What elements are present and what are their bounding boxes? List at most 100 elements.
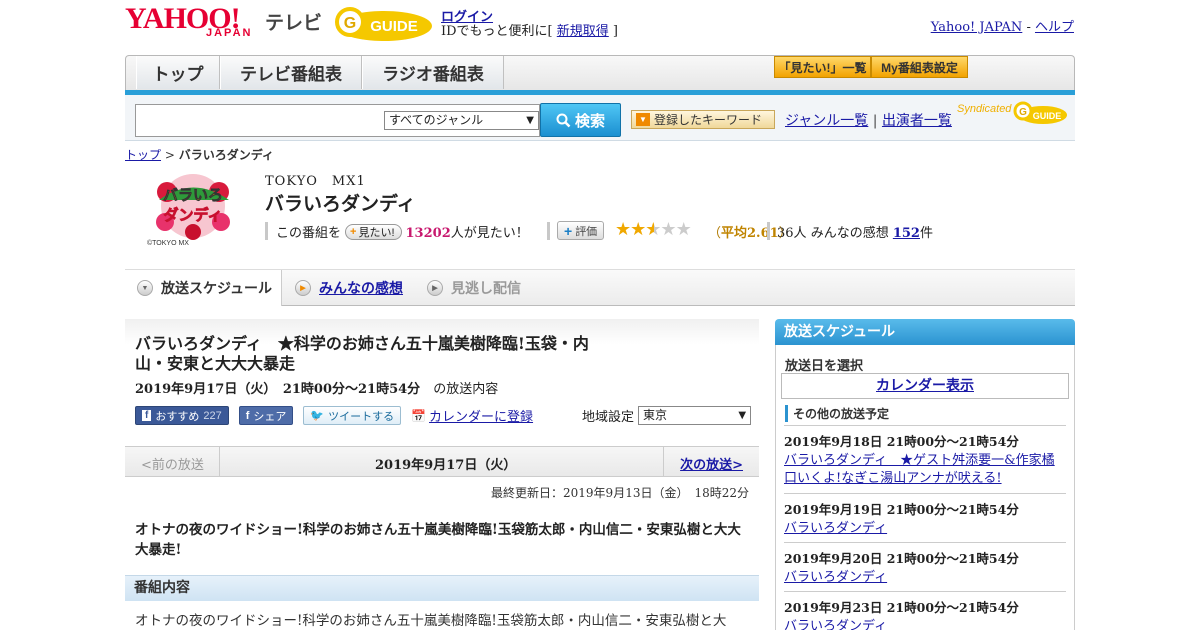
calendar-register[interactable]: 📅 カレンダーに登録 xyxy=(411,406,533,426)
star-half-icon: ★ xyxy=(645,219,661,240)
facebook-recommend-label: おすすめ xyxy=(155,410,200,423)
mitai-list-button[interactable]: 「見たい!」一覧 xyxy=(774,56,871,78)
rating-stars: ★★★★★ xyxy=(615,219,692,240)
rating-average-value: 平均2.61 xyxy=(721,226,779,241)
schedule-link[interactable]: バラいろダンディ xyxy=(784,618,1066,630)
yahoo-japan-link[interactable]: Yahoo! JAPAN xyxy=(931,20,1023,35)
rating-average-open: （ xyxy=(708,226,722,241)
calendar-button[interactable]: カレンダー表示 xyxy=(781,373,1069,399)
list-item: 2019年9月20日 21時00分～21時54分 バラいろダンディ xyxy=(784,542,1066,587)
reviews-stat: 36人 みんなの感想 152件 xyxy=(777,222,933,241)
facebook-recommend-button[interactable]: f おすすめ 227 xyxy=(135,406,229,425)
tab-schedule-label: 放送スケジュール xyxy=(161,280,273,296)
gguide-text: GUIDE xyxy=(370,18,418,35)
episode-title: バラいろダンディ ★科学のお姉さん五十嵐美樹降臨!玉袋・内山・安東と大大大暴走 xyxy=(135,334,589,373)
genre-list-link[interactable]: ジャンル一覧 xyxy=(785,113,868,129)
login-sub-prefix: IDでもっと便利に[ xyxy=(441,24,557,39)
schedule-date: 2019年9月23日 21時00分～21時54分 xyxy=(784,600,1019,615)
sidebar-header: 放送スケジュール xyxy=(775,319,1075,345)
facebook-count: 227 xyxy=(203,409,222,422)
chevron-down-icon: ▼ xyxy=(137,280,153,296)
nav-tab-top[interactable]: トップ xyxy=(136,56,220,89)
genre-select[interactable]: すべてのジャンル ▼ xyxy=(384,111,539,130)
calendar-register-link[interactable]: カレンダーに登録 xyxy=(429,406,533,425)
prev-broadcast[interactable]: <前の放送 xyxy=(141,454,204,473)
play-icon: ▶ xyxy=(427,280,443,296)
breadcrumb: トップ > バラいろダンディ xyxy=(125,146,274,163)
share-row: f おすすめ 227 f シェア 🐦 ツイートする 📅 カレンダーに登録 xyxy=(135,406,533,425)
star-icon: ★ xyxy=(630,219,646,240)
star-icon: ★ xyxy=(675,219,692,240)
tab-vod[interactable]: ▶ 見逃し配信 xyxy=(427,270,521,306)
program-logo-copyright: ©TOKYO MX xyxy=(147,239,189,247)
divider xyxy=(547,222,550,240)
mitai-button[interactable]: + 見たい! xyxy=(345,223,402,240)
breadcrumb-separator: > xyxy=(161,148,179,162)
list-item: 2019年9月23日 21時00分～21時54分 バラいろダンディ xyxy=(784,591,1066,630)
nav-tab-tv[interactable]: テレビ番組表 xyxy=(220,56,362,89)
region-label: 地域設定 xyxy=(582,410,635,425)
tab-schedule[interactable]: ▼ 放送スケジュール xyxy=(125,270,282,306)
region-setting: 地域設定 東京 ▼ xyxy=(582,406,752,425)
next-broadcast[interactable]: 次の放送> xyxy=(680,454,743,473)
help-link[interactable]: ヘルプ xyxy=(1035,20,1074,35)
genre-selected: すべてのジャンル xyxy=(389,113,484,127)
pager-date: 2019年9月17日（火） xyxy=(375,458,517,473)
mitai-prefix: この番組を xyxy=(276,226,342,241)
program-tabs: ▼ 放送スケジュール ▶ みんなの感想 ▶ 見逃し配信 xyxy=(125,269,1075,306)
tab-vod-label: 見逃し配信 xyxy=(451,280,521,296)
login-sub: IDでもっと便利に[ 新規取得 ] xyxy=(441,20,618,39)
list-item: 2019年9月18日 21時00分～21時54分 バラいろダンディ ★ゲスト舛添… xyxy=(784,425,1066,488)
facebook-icon: f xyxy=(142,410,152,421)
episode-date: 2019年9月17日（火） 21時00分～21時54分 の放送内容 xyxy=(135,378,498,397)
performer-list-link[interactable]: 出演者一覧 xyxy=(882,113,952,129)
calendar-button-label[interactable]: カレンダー表示 xyxy=(876,378,974,394)
divider xyxy=(767,222,770,240)
episode-summary: オトナの夜のワイドショー!科学のお姉さん五十嵐美樹降臨!玉袋筋太郎・内山信二・安… xyxy=(135,522,741,558)
list-link-separator: | xyxy=(868,113,882,129)
schedule-link[interactable]: バラいろダンディ xyxy=(784,520,1066,538)
episode-date-value: 2019年9月17日（火） 21時00分～21時54分 xyxy=(135,382,421,397)
tab-reviews-label[interactable]: みんなの感想 xyxy=(319,278,403,298)
keyword-button[interactable]: ▼ 登録したキーワード xyxy=(631,110,775,129)
header-links: Yahoo! JAPAN - ヘルプ xyxy=(931,16,1074,35)
login-sub-suffix: ] xyxy=(608,24,618,39)
mitai-stat: この番組を + 見たい! 13202人が見たい！ xyxy=(276,222,529,241)
tab-reviews[interactable]: ▶ みんなの感想 xyxy=(295,270,403,306)
broadcast-pager: <前の放送 2019年9月17日（火） 次の放送> xyxy=(125,446,759,477)
mitai-button-label: 見たい! xyxy=(358,226,395,239)
program-title: バラいろダンディ xyxy=(265,193,416,215)
nav-tab-radio[interactable]: ラジオ番組表 xyxy=(362,56,504,89)
schedule-link[interactable]: バラいろダンディ ★ゲスト舛添要一&作家橘口いくよ!なぎこ湯山アンナが吠える! xyxy=(784,452,1066,488)
syndicated-label: Syndicated xyxy=(957,103,1012,115)
mitai-suffix: 人が見たい！ xyxy=(450,226,529,241)
region-select[interactable]: 東京 ▼ xyxy=(638,406,752,425)
breadcrumb-current: バラいろダンディ xyxy=(178,148,274,162)
facebook-share-button[interactable]: f シェア xyxy=(238,406,294,425)
evaluate-button[interactable]: + 評価 xyxy=(557,221,605,240)
tweet-label: ツイートする xyxy=(328,410,395,423)
schedule-date: 2019年9月20日 21時00分～21時54分 xyxy=(784,551,1019,566)
svg-text:G: G xyxy=(344,15,356,32)
global-nav: トップ テレビ番組表 ラジオ番組表 「見たい!」一覧 My番組表設定 xyxy=(125,55,1075,95)
search-button-label: 検索 xyxy=(574,112,605,130)
search-button[interactable]: 検索 xyxy=(540,103,621,137)
schedule-link[interactable]: バラいろダンディ xyxy=(784,569,1066,587)
breadcrumb-top[interactable]: トップ xyxy=(125,148,161,162)
register-link[interactable]: 新規取得 xyxy=(557,24,609,39)
kansou-count-link[interactable]: 152 xyxy=(893,226,920,241)
evaluate-button-label: 評価 xyxy=(575,225,598,238)
schedule-date: 2019年9月18日 21時00分～21時54分 xyxy=(784,434,1019,449)
my-schedule-button[interactable]: My番組表設定 xyxy=(871,56,968,78)
star-icon: ★ xyxy=(615,219,631,240)
program-logo-image: バラいろ ダンディ ©TOKYO MX xyxy=(147,174,230,247)
program-logo-text-top: バラいろ xyxy=(163,187,223,204)
mitai-count: 13202 xyxy=(405,226,451,241)
tv-label[interactable]: テレビ xyxy=(265,8,322,35)
chevron-down-icon: ▼ xyxy=(636,113,650,126)
facebook-icon: f xyxy=(245,409,250,422)
twitter-icon: 🐦 xyxy=(310,410,325,422)
tweet-button[interactable]: 🐦 ツイートする xyxy=(303,406,402,425)
facebook-share-label: シェア xyxy=(253,410,287,423)
list-links: ジャンル一覧 | 出演者一覧 xyxy=(785,110,952,130)
